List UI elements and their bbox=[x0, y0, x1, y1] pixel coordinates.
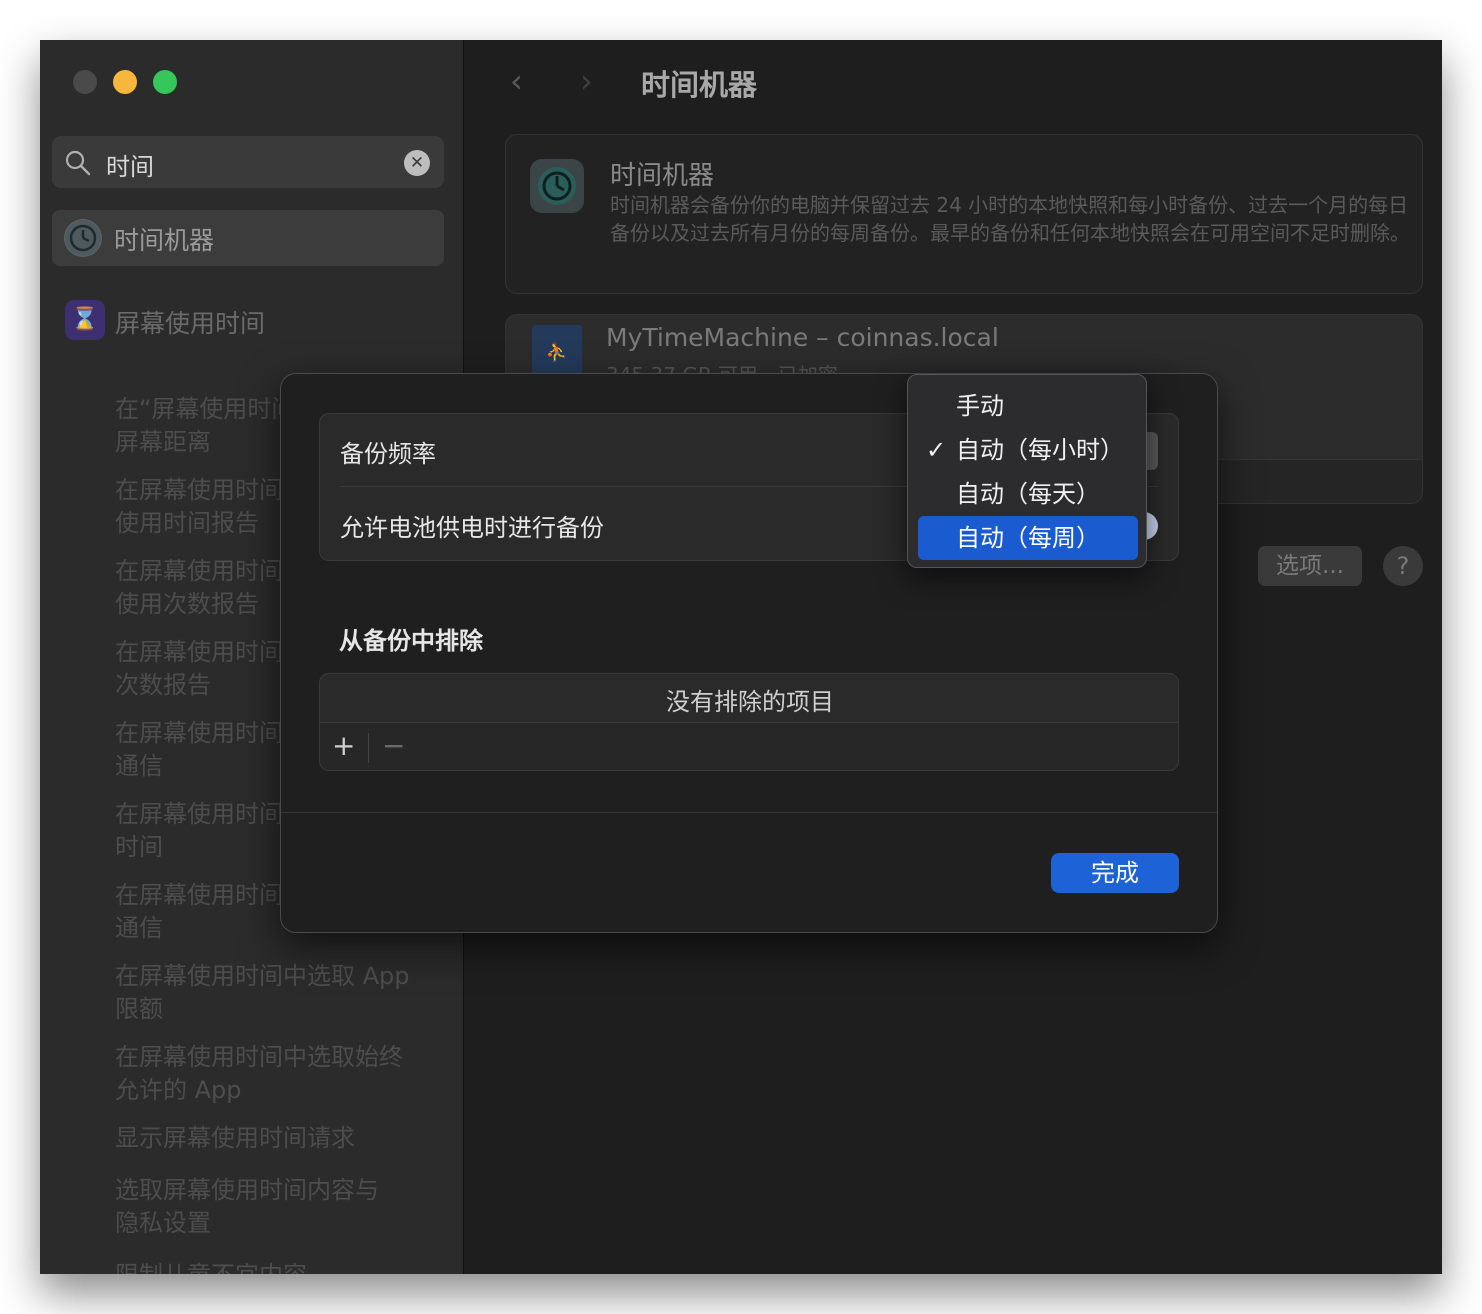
card-title: 时间机器 bbox=[610, 161, 715, 191]
zoom-window-button[interactable] bbox=[153, 70, 177, 94]
disk-name: MyTimeMachine – coinnas.local bbox=[606, 323, 999, 352]
card-description: 时间机器会备份你的电脑并保留过去 24 小时的本地快照和每小时备份、过去一个月的… bbox=[610, 193, 1410, 245]
search-field[interactable]: 时间 ✕ bbox=[52, 136, 444, 188]
menu-item-label: 手动 bbox=[956, 392, 1004, 420]
sheet-divider bbox=[281, 812, 1217, 813]
help-button[interactable]: ? bbox=[1383, 546, 1423, 586]
exclude-section-title: 从备份中排除 bbox=[339, 627, 483, 655]
sidebar-subitem[interactable]: 选取屏幕使用时间内容与 隐私设置 bbox=[115, 1174, 445, 1240]
menu-item-label: 自动（每周） bbox=[956, 524, 1100, 552]
sidebar-item-time-machine[interactable]: 时间机器 bbox=[52, 210, 444, 266]
back-chevron-icon[interactable]: ‹ bbox=[510, 62, 523, 100]
time-machine-info-card: 时间机器 时间机器会备份你的电脑并保留过去 24 小时的本地快照和每小时备份、过… bbox=[505, 134, 1423, 294]
sidebar-subitem[interactable]: 显示屏幕使用时间请求 bbox=[115, 1122, 445, 1155]
sidebar-subitem[interactable]: 在屏幕使用时间中选取始终 允许的 App bbox=[115, 1041, 445, 1107]
search-icon bbox=[65, 150, 91, 176]
search-input[interactable]: 时间 bbox=[106, 147, 154, 182]
menu-item-label: 自动（每小时） bbox=[956, 436, 1124, 464]
sidebar-subitem[interactable]: 在屏幕使用时间中选取 App 限额 bbox=[115, 960, 445, 1026]
sidebar-item-screen-time[interactable]: 屏幕使用时间 bbox=[115, 304, 265, 340]
time-machine-icon bbox=[530, 159, 584, 213]
exclude-empty-text: 没有排除的项目 bbox=[666, 688, 834, 716]
menu-item-daily[interactable]: 自动（每天） bbox=[918, 472, 1138, 516]
exclude-list: 没有排除的项目 + − bbox=[319, 673, 1179, 771]
add-exclusion-button[interactable]: + bbox=[332, 729, 355, 762]
page-title: 时间机器 bbox=[641, 68, 758, 102]
time-machine-icon bbox=[64, 219, 102, 257]
close-window-button[interactable] bbox=[73, 70, 97, 94]
backup-frequency-label: 备份频率 bbox=[340, 440, 436, 468]
options-button[interactable]: 选项... bbox=[1258, 546, 1362, 586]
remove-exclusion-button[interactable]: − bbox=[382, 729, 405, 762]
checkmark-icon: ✓ bbox=[926, 436, 947, 464]
forward-chevron-icon[interactable]: › bbox=[580, 62, 593, 100]
toolbar-separator bbox=[368, 733, 369, 763]
backup-frequency-menu: 手动 ✓ 自动（每小时） 自动（每天） 自动（每周） bbox=[907, 374, 1147, 568]
hourglass-icon: ⌛ bbox=[65, 300, 105, 340]
sidebar-item-label: 时间机器 bbox=[114, 226, 215, 255]
battery-backup-label: 允许电池供电时进行备份 bbox=[340, 514, 604, 542]
menu-item-weekly[interactable]: 自动（每周） bbox=[918, 516, 1138, 560]
sidebar-subitem[interactable]: 限制儿童不宜内容 bbox=[115, 1259, 445, 1274]
clear-search-icon[interactable]: ✕ bbox=[404, 150, 430, 176]
done-button[interactable]: 完成 bbox=[1051, 853, 1179, 893]
minimize-window-button[interactable] bbox=[113, 70, 137, 94]
exclude-toolbar: + − bbox=[320, 722, 1178, 770]
menu-item-hourly[interactable]: ✓ 自动（每小时） bbox=[918, 428, 1138, 472]
menu-item-label: 自动（每天） bbox=[956, 480, 1100, 508]
menu-item-manual[interactable]: 手动 bbox=[918, 384, 1138, 428]
